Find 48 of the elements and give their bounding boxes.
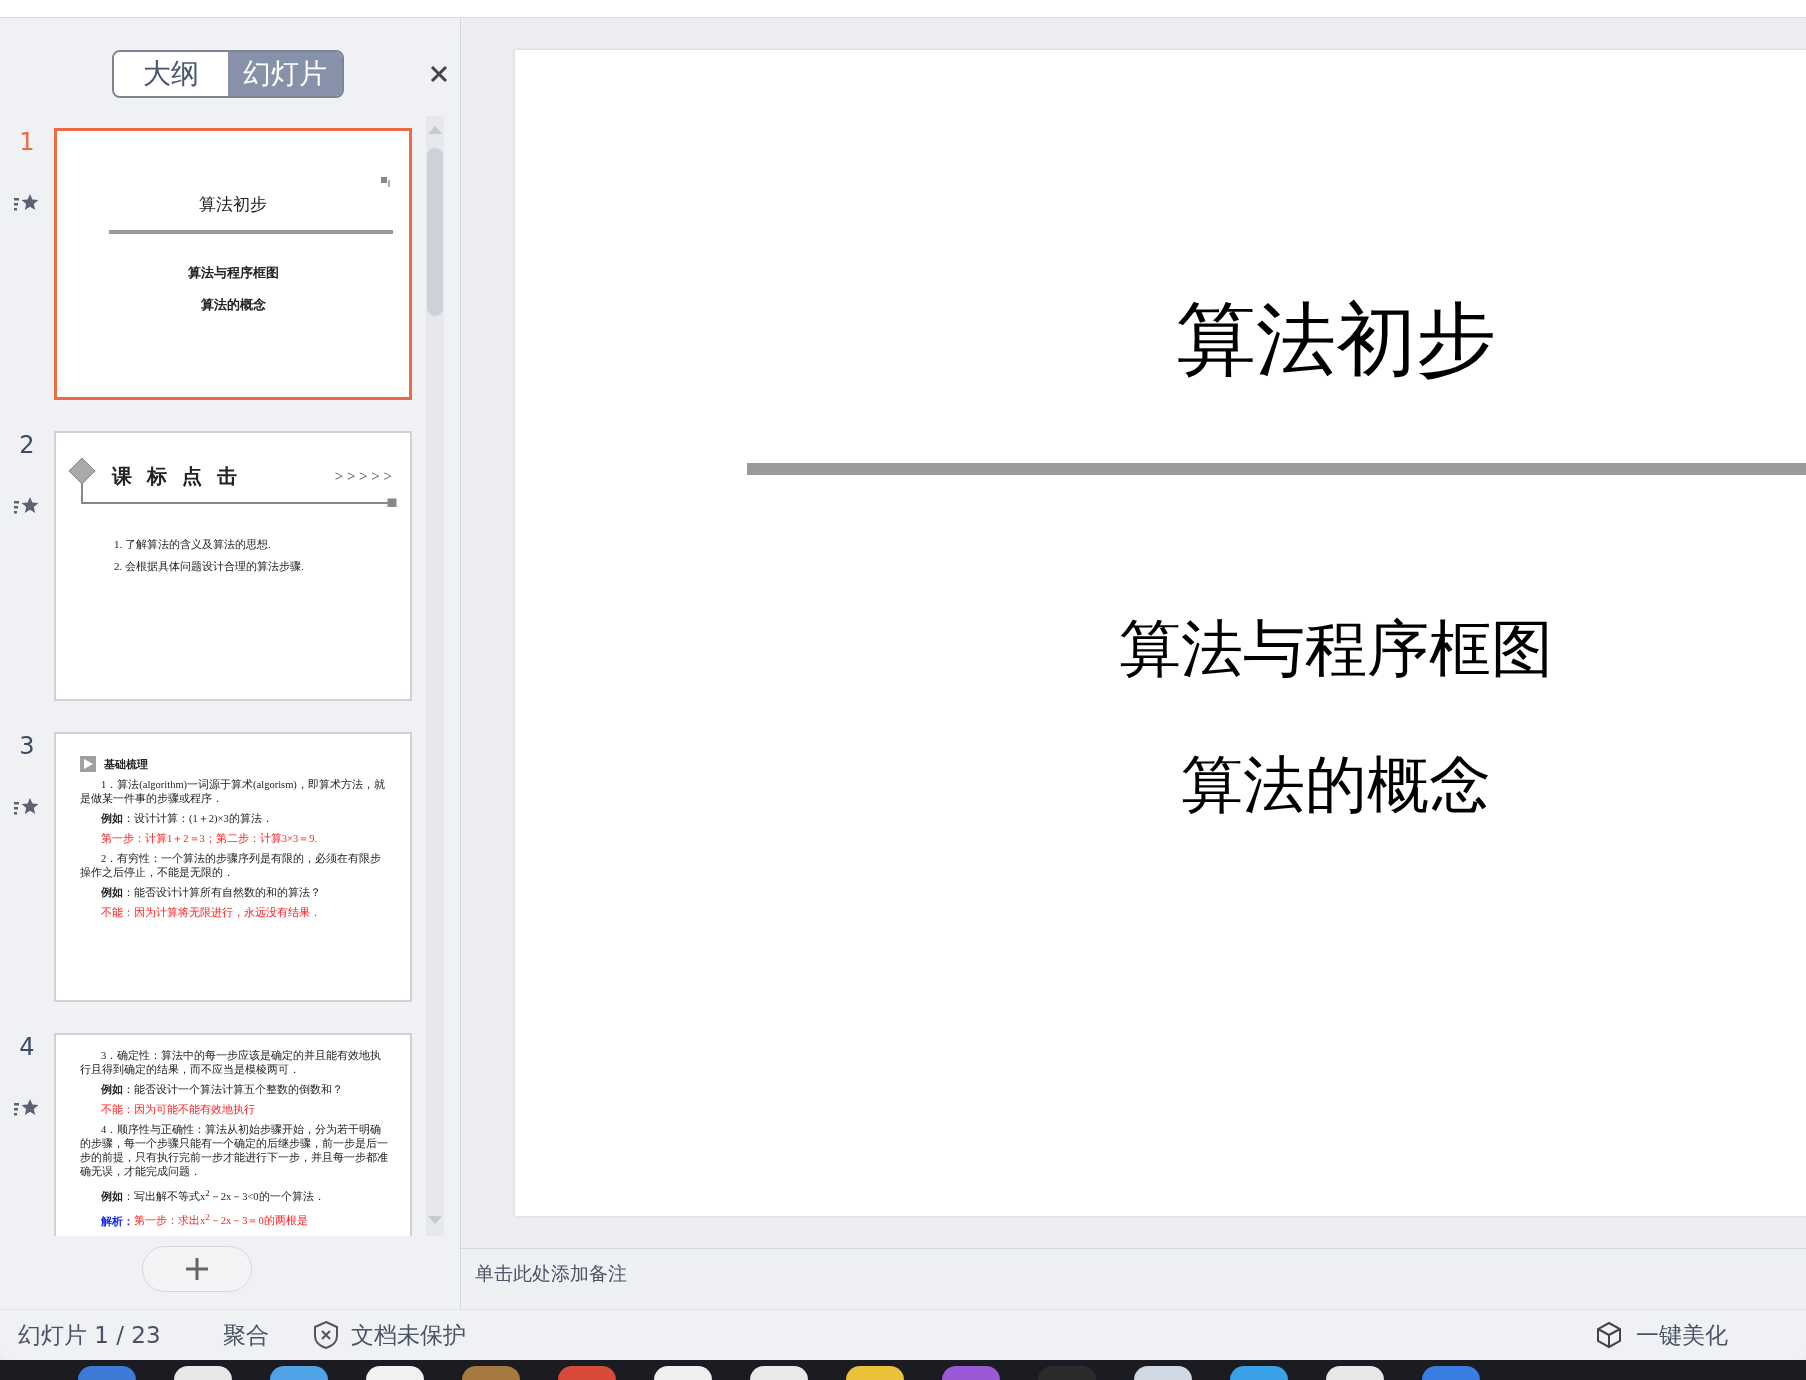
plus-icon	[185, 1257, 209, 1281]
thumbnail-paragraph: 1．算法(algorithm)一词源于算术(algorism)，即算术方法，就是做某一件事的步骤或程序．	[80, 778, 386, 806]
shield-icon[interactable]	[312, 1320, 339, 1350]
panel-tab[interactable]: 大纲	[114, 52, 228, 96]
slide-thumbnail[interactable]	[54, 1033, 412, 1236]
cube-icon[interactable]	[1596, 1321, 1622, 1349]
thumbnail-paragraph: 4．顺序性与正确性：算法从初始步骤开始，分为若干明确的步骤，每一个步骤只能有一个确定的后继步骤，前一步是后一步的前提，只有执行完前一步才能进行下一步，并且每一步都准确无误，才能完成问题．	[80, 1123, 388, 1179]
close-icon[interactable]	[430, 65, 448, 83]
slide-subtitle: 算法与程序框图	[1118, 614, 1554, 685]
thumbnail-paragraph: 例如：设计计算：(1＋2)×3的算法．	[100, 812, 274, 826]
thumbnail-paragraph: 3．确定性：算法中的每一步应该是确定的并且能有效地执行且得到确定的结果，而不应当是模棱两可．	[80, 1049, 383, 1077]
thumbnail-paragraph: 2．有穷性：一个算法的步骤序列是有限的，必须在有限步操作之后停止，不能是无限的．	[80, 852, 383, 880]
slide-subtitle: 算法的概念	[1180, 750, 1492, 821]
slide-number: 3	[18, 732, 36, 760]
star-icon[interactable]	[14, 192, 40, 214]
thumbnail-paragraph: 解析：第一步：求出x$^{2}$－2x－3＝0的两根是	[100, 1210, 309, 1228]
star-icon[interactable]	[14, 495, 40, 517]
star-icon[interactable]	[14, 796, 40, 818]
thumbnail-title: 课 标 点 击	[112, 462, 241, 490]
slide-counter: 幻灯片 1 / 23	[18, 1320, 161, 1350]
slide-thumbnail[interactable]: 算法初步 算法与程序框图 算法的概念	[54, 128, 412, 400]
beautify-button[interactable]: 一键美化	[1636, 1319, 1728, 1351]
thumbnail-paragraph: 不能：因为计算将无限进行，永远没有结果．	[100, 906, 322, 920]
section-heading: 基础梳理	[104, 756, 148, 772]
thumbnail-subtitle: 算法的概念	[199, 296, 267, 314]
thumbnail-paragraph: 例如：写出解不等式x$^{2}$－2x－3<0的一个算法．	[100, 1186, 326, 1204]
thumbnail-paragraph: 例如：能否设计一个算法计算五个整数的倒数和？	[100, 1083, 344, 1097]
scrollbar-thumb[interactable]	[427, 148, 443, 316]
slide-thumbnail[interactable]: 基础梳理 1．算法(algorithm)一词源于算术(algorism)，即算术方法，就是做某一件事的步骤或程序． 例如：设计计算：(1＋2)×3的算法． 第一步：计算1＋2＝3；第二步：计算3×3＝9. 2．有穷性：一个算法的步骤序列是有限的，必须在有限步操作之后停止，不能是无限的． 例如：能否设计计算所有自然数的和的算法？ 不能：因为计算将无限进行，永远没有结果．	[54, 732, 412, 1002]
slide-title: 算法初步	[1175, 292, 1497, 388]
thumbnail-paragraph: 例如：能否设计计算所有自然数的和的算法？	[100, 886, 322, 900]
thumbnail-paragraph: 不能：因为可能不能有效地执行	[100, 1103, 256, 1117]
objective-item: 2. 会根据具体问题设计合理的算法步骤.	[114, 559, 305, 574]
thumbnail-paragraph: 第一步：计算1＋2＝3；第二步：计算3×3＝9.	[100, 832, 319, 846]
thumbnail-title: 算法初步	[198, 193, 268, 216]
protection-status[interactable]: 文档未保护	[350, 1319, 466, 1351]
play-icon	[80, 756, 96, 772]
scrollbar[interactable]	[426, 116, 444, 1236]
slide-thumbnail[interactable]: 课 标 点 击 > > > > > 1. 了解算法的含义及算法的思想. 2. 会根据具体问题设计合理的算法步骤.	[54, 431, 412, 701]
star-icon[interactable]	[14, 1097, 40, 1119]
merge-button[interactable]: 聚合	[222, 1319, 269, 1351]
arrows-text: > > > > >	[334, 467, 392, 485]
notes-placeholder: 单击此处添加备注	[475, 1262, 627, 1284]
slide-number: 1	[18, 128, 36, 156]
slide-number: 2	[18, 431, 36, 459]
objective-item: 1. 了解算法的含义及算法的思想.	[114, 537, 272, 552]
thumbnail-subtitle: 算法与程序框图	[186, 264, 280, 282]
slide-number: 4	[18, 1033, 36, 1061]
